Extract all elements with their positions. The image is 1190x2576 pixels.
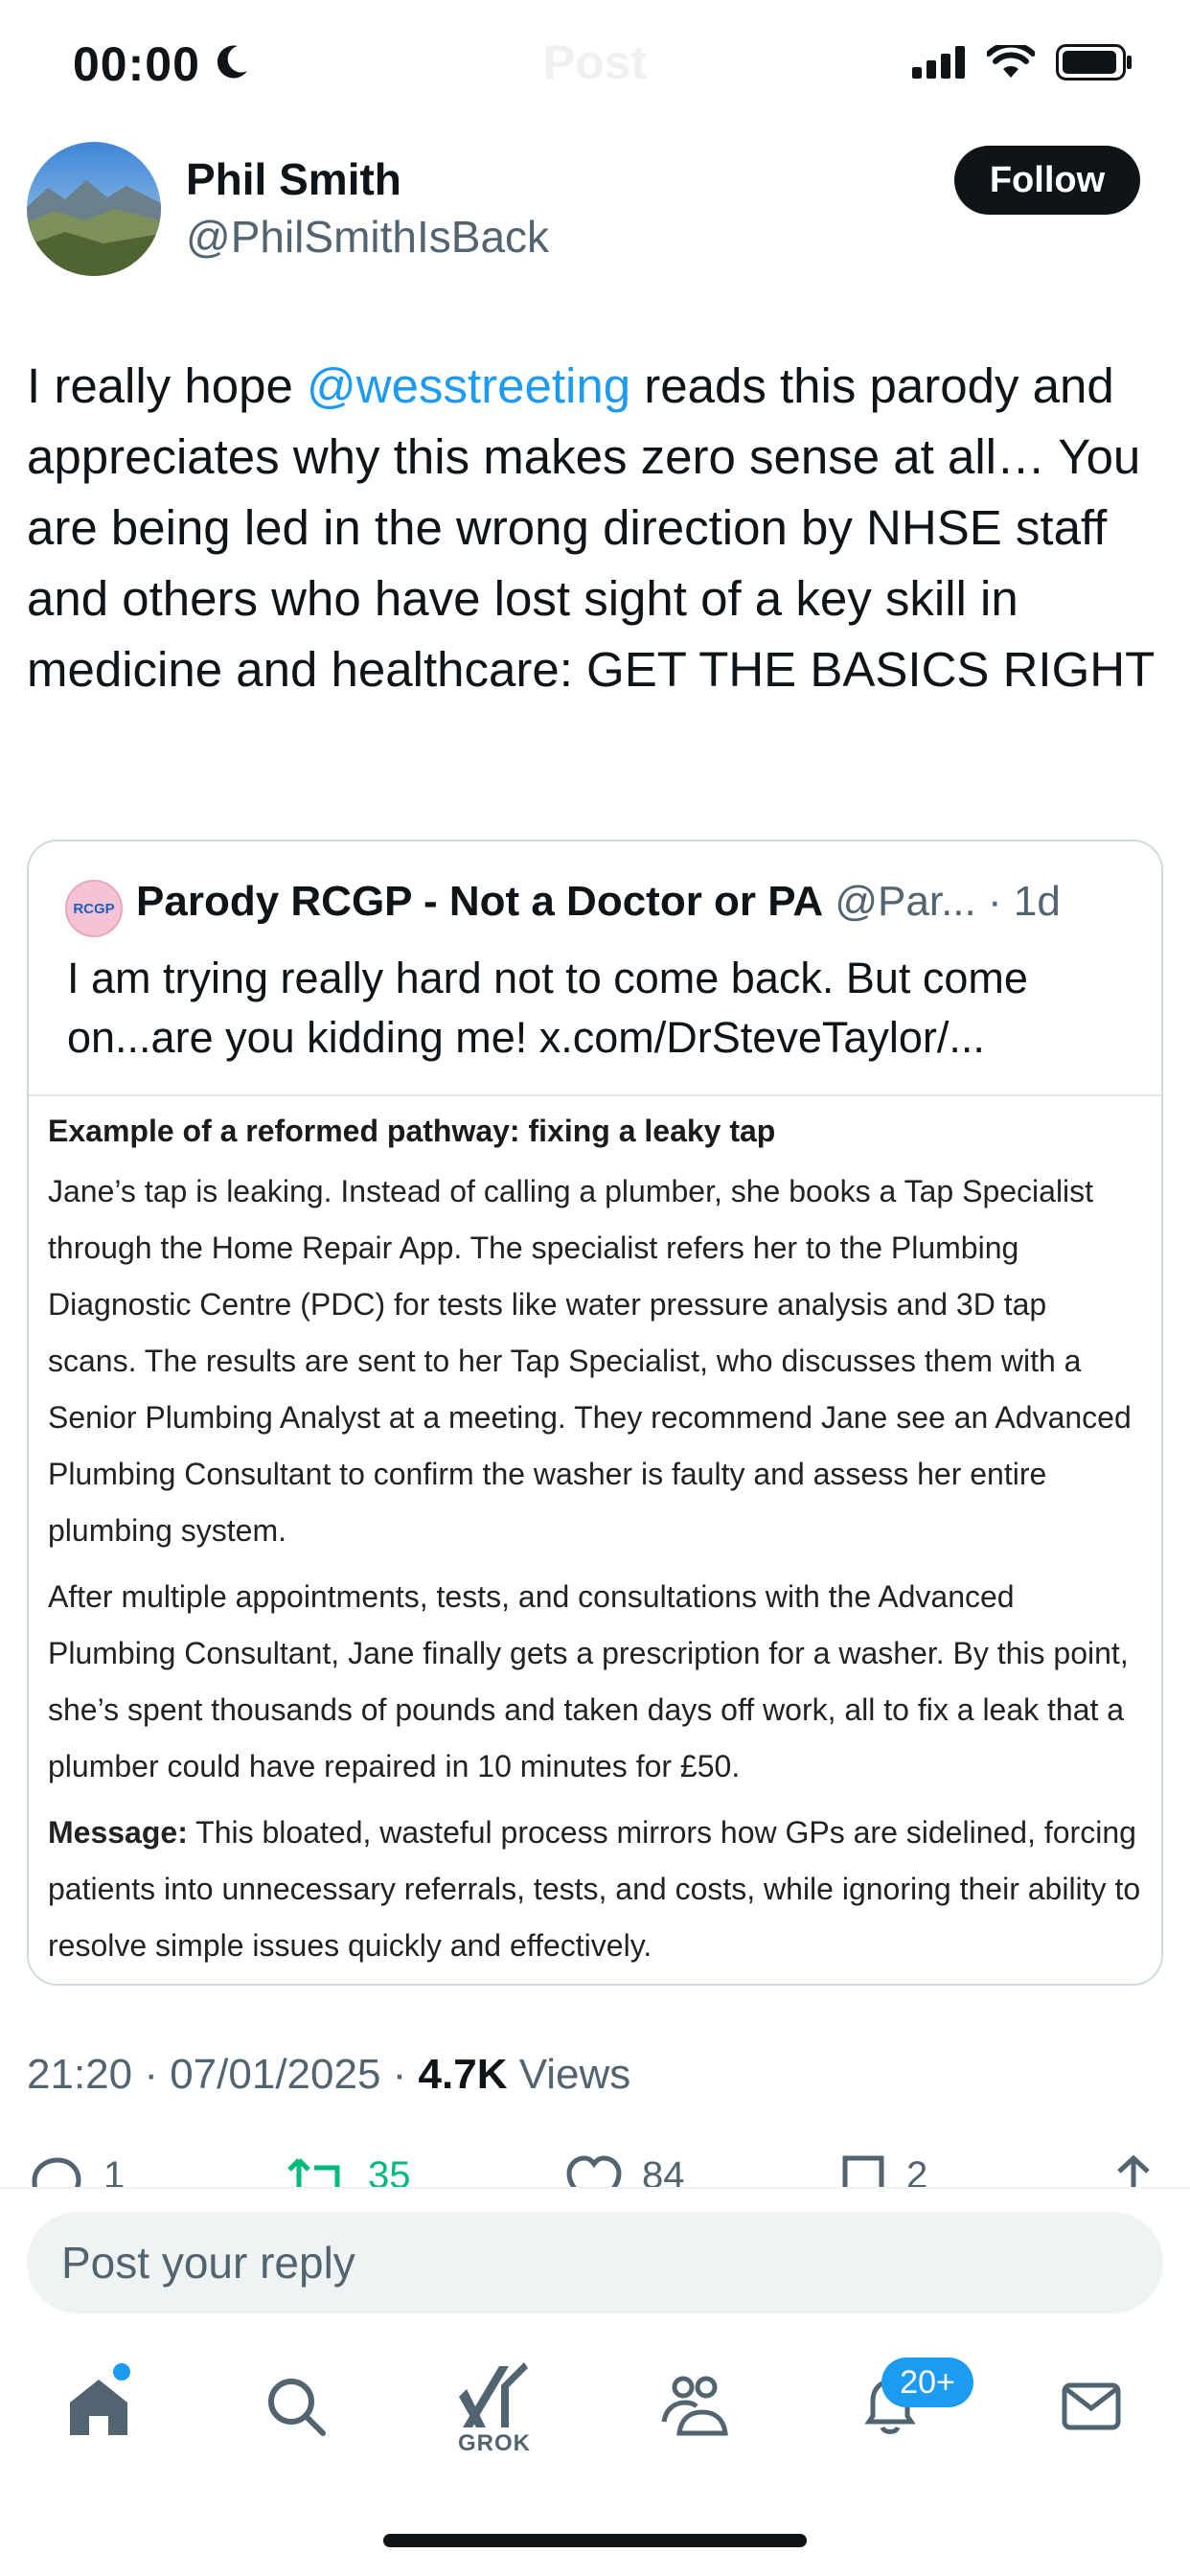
grok-icon <box>459 2362 528 2427</box>
nav-messages[interactable] <box>1048 2363 1134 2450</box>
author-avatar[interactable] <box>27 142 161 276</box>
search-icon <box>268 2379 326 2436</box>
views-label: Views <box>507 2051 631 2098</box>
reply-input[interactable]: Post your reply <box>27 2212 1163 2313</box>
reply-button[interactable]: 1 <box>27 2154 125 2187</box>
grok-label: GROK <box>458 2430 531 2456</box>
home-indicator <box>383 2534 807 2547</box>
reply-icon <box>32 2157 81 2187</box>
message-label: Message: <box>48 1815 188 1850</box>
image-paragraph-3: Message: This bloated, wasteful process … <box>48 1805 1142 1974</box>
mention-link[interactable]: @wesstreeting <box>307 358 630 413</box>
post-datetime: 21:20 · 07/01/2025 · <box>27 2051 419 2098</box>
wifi-icon <box>987 45 1035 78</box>
quote-header: Parody RCGP - Not a Doctor or PA @Par...… <box>136 878 1061 926</box>
author-handle[interactable]: @PhilSmithIsBack <box>186 211 549 263</box>
nav-grok[interactable] <box>452 2354 538 2440</box>
home-unread-dot <box>113 2363 130 2380</box>
bookmark-button[interactable]: 2 <box>839 2154 927 2187</box>
reply-count: 1 <box>103 2154 126 2187</box>
message-text: This bloated, wasteful process mirrors h… <box>48 1815 1141 1963</box>
bookmark-icon <box>842 2155 884 2187</box>
like-count: 84 <box>642 2154 685 2187</box>
battery-icon <box>1056 44 1132 80</box>
repost-icon <box>287 2158 340 2187</box>
repost-count: 35 <box>368 2154 411 2187</box>
moon-icon <box>217 45 247 79</box>
post-meta: 21:20 · 07/01/2025 · 4.7K Views <box>27 2051 630 2099</box>
views-count: 4.7K <box>418 2051 508 2098</box>
repost-button[interactable]: 35 <box>287 2154 411 2187</box>
nav-search[interactable] <box>253 2363 339 2450</box>
quote-text: I am trying really hard not to come back… <box>67 954 1028 1062</box>
follow-button[interactable]: Follow <box>954 146 1140 215</box>
status-bar: Post 00:00 <box>0 0 1190 134</box>
signal-icon <box>912 46 965 79</box>
like-button[interactable]: 84 <box>565 2154 685 2187</box>
image-heading: Example of a reformed pathway: fixing a … <box>48 1114 776 1148</box>
bottom-nav: GROK 20+ <box>0 2338 1190 2482</box>
post-text-start: I really hope <box>27 358 308 413</box>
share-button[interactable] <box>1110 2154 1157 2187</box>
quote-meta: @Par... · 1d <box>835 878 1061 925</box>
share-icon <box>1117 2154 1150 2187</box>
quote-image[interactable]: Example of a reformed pathway: fixing a … <box>29 1094 1161 1984</box>
notifications-badge: 20+ <box>881 2358 973 2407</box>
communities-icon <box>661 2376 728 2436</box>
action-bar: 1 35 84 2 <box>0 2145 1190 2187</box>
image-paragraph-2: After multiple appointments, tests, and … <box>48 1579 1129 1783</box>
home-icon <box>70 2380 127 2435</box>
quoted-post[interactable]: RCGP Parody RCGP - Not a Doctor or PA @P… <box>27 840 1163 1986</box>
quote-avatar: RCGP <box>65 880 123 937</box>
author-name[interactable]: Phil Smith <box>186 153 401 205</box>
post-text: I really hope @wesstreeting reads this p… <box>27 351 1157 705</box>
messages-icon <box>1062 2382 1121 2430</box>
quote-author-name: Parody RCGP - Not a Doctor or PA <box>136 878 824 925</box>
avatar-image <box>27 142 161 276</box>
divider <box>0 2187 1190 2189</box>
status-time: 00:00 <box>73 37 200 91</box>
nav-communities[interactable] <box>652 2363 738 2450</box>
bookmark-count: 2 <box>906 2154 928 2187</box>
like-icon <box>566 2155 622 2187</box>
image-paragraph-1: Jane’s tap is leaking. Instead of callin… <box>48 1174 1132 1548</box>
